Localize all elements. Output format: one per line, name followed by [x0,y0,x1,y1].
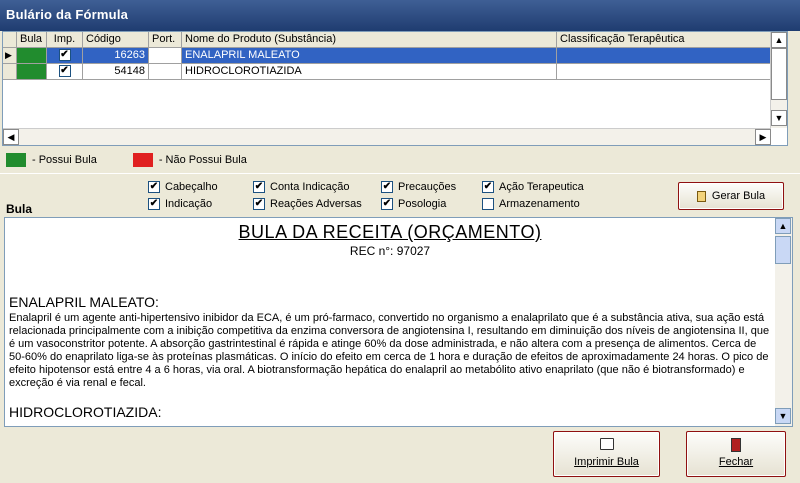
row-indicator [3,64,17,80]
option-label: Precauções [398,181,457,193]
classificacao-cell[interactable] [557,48,771,64]
fechar-button[interactable]: Fechar [686,431,786,477]
imp-checkbox[interactable]: ✔ [47,64,83,80]
table-row[interactable]: ✔ 54148 HIDROCLOROTIAZIDA [3,64,771,80]
option-cabecalho[interactable]: ✔ Cabeçalho [148,181,218,193]
option-label: Indicação [165,198,213,210]
column-header-imp[interactable]: Imp. [47,32,83,48]
option-label: Conta Indicação [270,181,350,193]
option-precaucoes[interactable]: ✔ Precauções [381,181,456,193]
option-label: Cabeçalho [165,181,218,193]
port-cell[interactable] [149,48,182,64]
grid-header: Bula Imp. Código Port. Nome do Produto (… [3,32,771,48]
fechar-label: Fechar [718,456,754,468]
door-exit-icon [731,438,741,452]
imprimir-bula-button[interactable]: Imprimir Bula [553,431,660,477]
document-vertical-scrollbar[interactable]: ▲ ▼ [775,218,792,426]
check-icon: ✔ [482,181,494,193]
table-row[interactable]: ▶ ✔ 16263 ENALAPRIL MALEATO [3,48,771,64]
check-icon: ✔ [381,198,393,210]
product-grid: Bula Imp. Código Port. Nome do Produto (… [2,31,788,146]
check-icon: ✔ [148,181,160,193]
row-pointer-icon: ▶ [3,48,17,64]
scroll-thumb[interactable] [771,48,787,100]
check-icon: ✔ [253,198,265,210]
check-icon: ✔ [58,65,71,78]
column-header-nome[interactable]: Nome do Produto (Substância) [182,32,557,48]
column-header-classificacao[interactable]: Classificação Terapêutica [557,32,771,48]
column-header-bula[interactable]: Bula [17,32,47,48]
imp-checkbox[interactable]: ✔ [47,48,83,64]
grid-vertical-scrollbar[interactable]: ▲ ▼ [770,32,787,128]
bula-status-swatch [17,64,47,80]
scroll-right-arrow-icon[interactable]: ▶ [755,129,771,145]
option-label: Posologia [398,198,447,210]
option-armazenamento[interactable]: Armazenamento [482,198,580,210]
option-label: Armazenamento [499,198,580,210]
bula-document[interactable]: BULA DA RECEITA (ORÇAMENTO) REC n°: 9702… [4,217,793,427]
option-indicacao[interactable]: ✔ Indicação [148,198,212,210]
option-reacoes-adversas[interactable]: ✔ Reações Adversas [253,198,362,210]
drug-description: Enalapril é um agente anti-hipertensivo … [9,312,770,389]
nome-cell[interactable]: HIDROCLOROTIAZIDA [182,64,557,80]
drug-title: ENALAPRIL MALEATO: [9,294,159,310]
possui-bula-label: - Possui Bula [32,154,97,166]
scroll-left-arrow-icon[interactable]: ◀ [3,129,19,145]
nome-cell[interactable]: ENALAPRIL MALEATO [182,48,557,64]
column-header-codigo[interactable]: Código [83,32,149,48]
option-posologia[interactable]: ✔ Posologia [381,198,446,210]
codigo-cell[interactable]: 16263 [83,48,149,64]
drug-title: HIDROCLOROTIAZIDA: [9,404,162,420]
imprimir-bula-label: Imprimir Bula [574,456,639,468]
option-label: Ação Terapeutica [499,181,584,193]
bula-status-swatch [17,48,47,64]
window-title: Bulário da Fórmula [0,0,800,31]
classificacao-cell[interactable] [557,64,771,80]
document-icon [696,190,706,202]
gerar-bula-button[interactable]: Gerar Bula [678,182,784,210]
scroll-thumb[interactable] [775,236,791,264]
bottom-bar: Imprimir Bula Fechar [0,428,800,483]
scroll-up-arrow-icon[interactable]: ▲ [771,32,787,48]
scroll-up-arrow-icon[interactable]: ▲ [775,218,791,234]
section-label-bula: Bula [6,202,33,216]
possui-bula-swatch [6,153,26,167]
check-icon: ✔ [381,181,393,193]
option-label: Reações Adversas [270,198,362,210]
document-rec-number: REC n°: 97027 [349,244,431,258]
column-header-port[interactable]: Port. [149,32,182,48]
port-cell[interactable] [149,64,182,80]
legend: - Possui Bula - Não Possui Bula [6,152,247,168]
nao-possui-bula-label: - Não Possui Bula [158,154,247,166]
row-indicator-header [3,32,17,48]
option-conta-indicacao[interactable]: ✔ Conta Indicação [253,181,350,193]
grid-horizontal-scrollbar[interactable]: ◀ ▶ [3,128,771,145]
check-icon: ✔ [253,181,265,193]
scroll-down-arrow-icon[interactable]: ▼ [771,110,787,126]
codigo-cell[interactable]: 54148 [83,64,149,80]
nao-possui-bula-swatch [132,153,153,167]
check-icon: ✔ [58,49,71,62]
scroll-down-arrow-icon[interactable]: ▼ [775,408,791,424]
printer-icon [599,438,614,450]
document-title: BULA DA RECEITA (ORÇAMENTO) [238,222,542,242]
option-acao-terapeutica[interactable]: ✔ Ação Terapeutica [482,181,584,193]
check-icon: ✔ [148,198,160,210]
options-bar: Bula ✔ Cabeçalho ✔ Indicação ✔ Conta Ind… [0,173,800,216]
gerar-bula-label: Gerar Bula [711,190,766,202]
checkbox-box [482,198,494,210]
